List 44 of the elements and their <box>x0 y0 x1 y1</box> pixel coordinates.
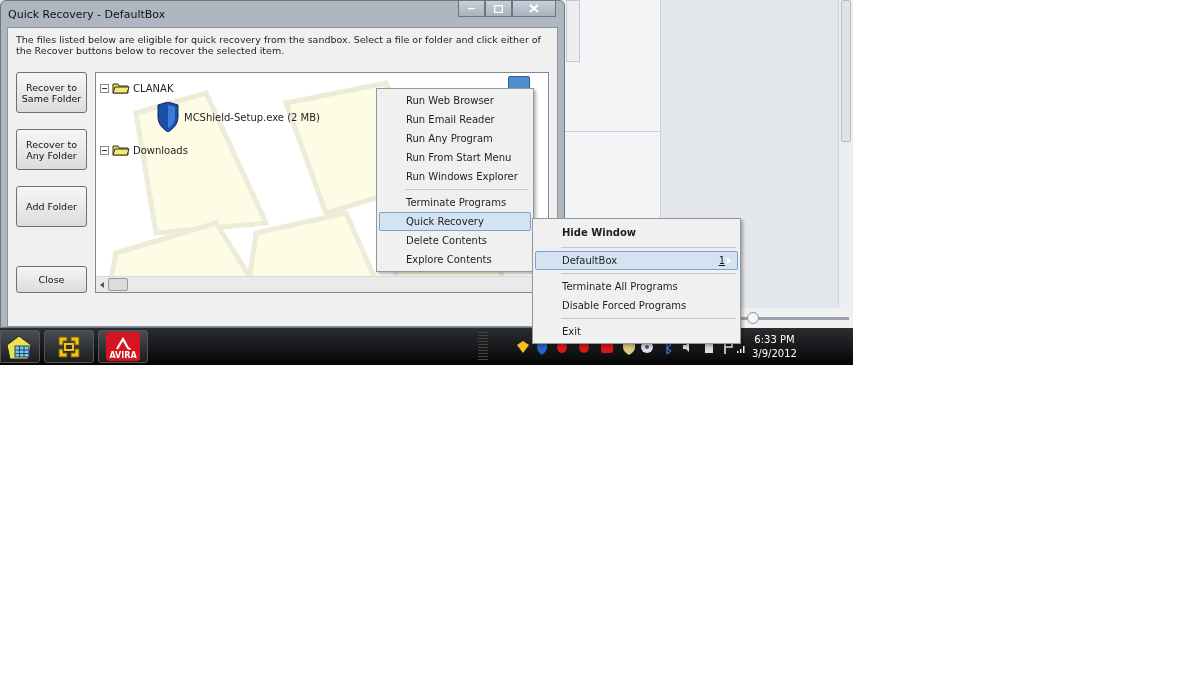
clock[interactable]: 6:33 PM 3/9/2012 <box>752 332 797 361</box>
menu-item[interactable]: Disable Forced Programs <box>535 296 738 315</box>
dialog-button[interactable]: Close <box>16 266 87 293</box>
scrollbar[interactable] <box>566 0 580 62</box>
folder-icon <box>112 82 130 94</box>
maximize-button[interactable] <box>485 0 512 17</box>
scroll-thumb[interactable] <box>108 278 128 291</box>
logo-icon <box>115 337 131 351</box>
menu-item[interactable]: Quick Recovery <box>379 212 531 231</box>
window-title: Quick Recovery - DefaultBox <box>8 7 166 21</box>
dialog-button[interactable]: Recover to Any Folder <box>16 129 87 170</box>
taskbar-app-button[interactable] <box>44 330 94 363</box>
menu-item[interactable]: Explore Contents <box>379 250 531 269</box>
menu-item[interactable]: Run Windows Explorer <box>379 167 531 186</box>
minimize-icon <box>467 7 476 10</box>
start-button[interactable] <box>0 330 40 363</box>
dialog-button[interactable]: Recover to Same Folder <box>16 72 87 113</box>
taskbar-app-button[interactable]: AVIRA <box>98 330 148 363</box>
menu-item[interactable]: Run Web Browser <box>379 91 531 110</box>
collapse-icon[interactable] <box>100 83 109 93</box>
close-icon <box>529 4 539 13</box>
tree-item[interactable]: CLANAK <box>133 82 174 94</box>
maximize-icon <box>494 4 503 13</box>
menu-item[interactable]: Run Email Reader <box>379 110 531 129</box>
tree-item[interactable]: Downloads <box>133 144 188 156</box>
menu-item[interactable]: DefaultBox 1 <box>535 251 738 270</box>
description-text: The files listed below are eligible for quick recovery from the sandbox. Select a file or folder and click either of the Recover buttons below to recover the selected item. <box>16 34 542 56</box>
submenu-arrow-icon <box>727 257 731 264</box>
folder-icon <box>112 144 130 156</box>
menu-item[interactable]: Delete Contents <box>379 231 531 250</box>
minimize-button[interactable] <box>458 0 485 17</box>
scrollbar[interactable] <box>838 0 853 308</box>
menu-item[interactable]: Exit <box>535 322 738 341</box>
tree-item[interactable]: MCShield-Setup.exe (2 MB) <box>184 111 320 123</box>
menu-item[interactable]: Run Any Program <box>379 129 531 148</box>
menu-item[interactable]: Run From Start Menu <box>379 148 531 167</box>
app-icon <box>55 333 83 360</box>
collapse-icon[interactable] <box>100 145 109 155</box>
slider-thumb[interactable] <box>747 312 760 324</box>
close-button[interactable] <box>512 0 556 17</box>
menu-item[interactable]: Terminate Programs <box>379 193 531 212</box>
shield-icon <box>156 102 180 132</box>
scroll-left-icon[interactable] <box>100 281 104 288</box>
dialog-button[interactable]: Add Folder <box>16 186 87 227</box>
